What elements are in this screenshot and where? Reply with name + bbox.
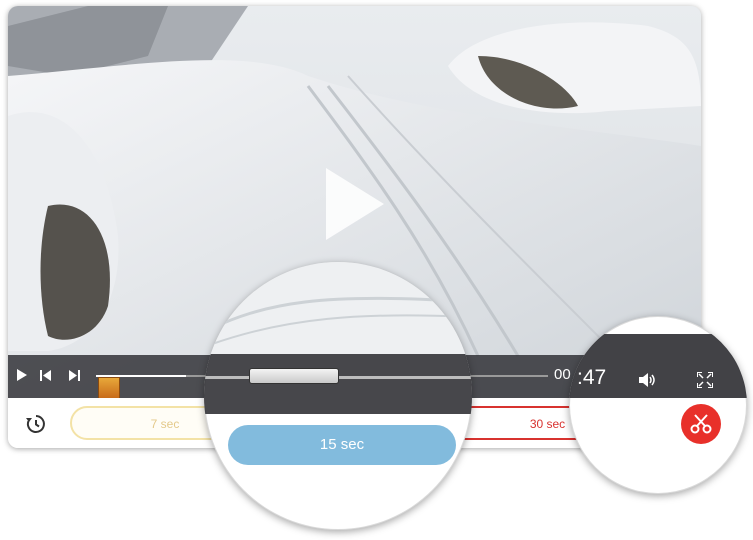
trim-handle[interactable] bbox=[249, 368, 339, 384]
duration-15-button[interactable]: 15 sec bbox=[228, 425, 456, 465]
cut-button[interactable] bbox=[681, 404, 721, 444]
seek-thumbnail[interactable] bbox=[98, 377, 120, 398]
big-play-button[interactable] bbox=[326, 168, 384, 240]
skip-previous-icon[interactable] bbox=[40, 370, 51, 381]
play-icon[interactable] bbox=[17, 369, 27, 381]
scissors-icon bbox=[690, 414, 712, 434]
skip-next-icon[interactable] bbox=[69, 370, 80, 381]
magnifier-right: :47 bbox=[569, 316, 747, 494]
history-icon[interactable] bbox=[25, 413, 47, 435]
magnified-snow bbox=[204, 262, 472, 354]
magnified-right-control-bar: :47 bbox=[569, 334, 747, 398]
fullscreen-icon[interactable] bbox=[697, 372, 713, 388]
magnified-time: :47 bbox=[577, 366, 607, 389]
magnifier-center: 15 sec bbox=[204, 262, 472, 530]
magnified-control-bar bbox=[204, 354, 472, 414]
volume-icon[interactable] bbox=[639, 372, 657, 388]
